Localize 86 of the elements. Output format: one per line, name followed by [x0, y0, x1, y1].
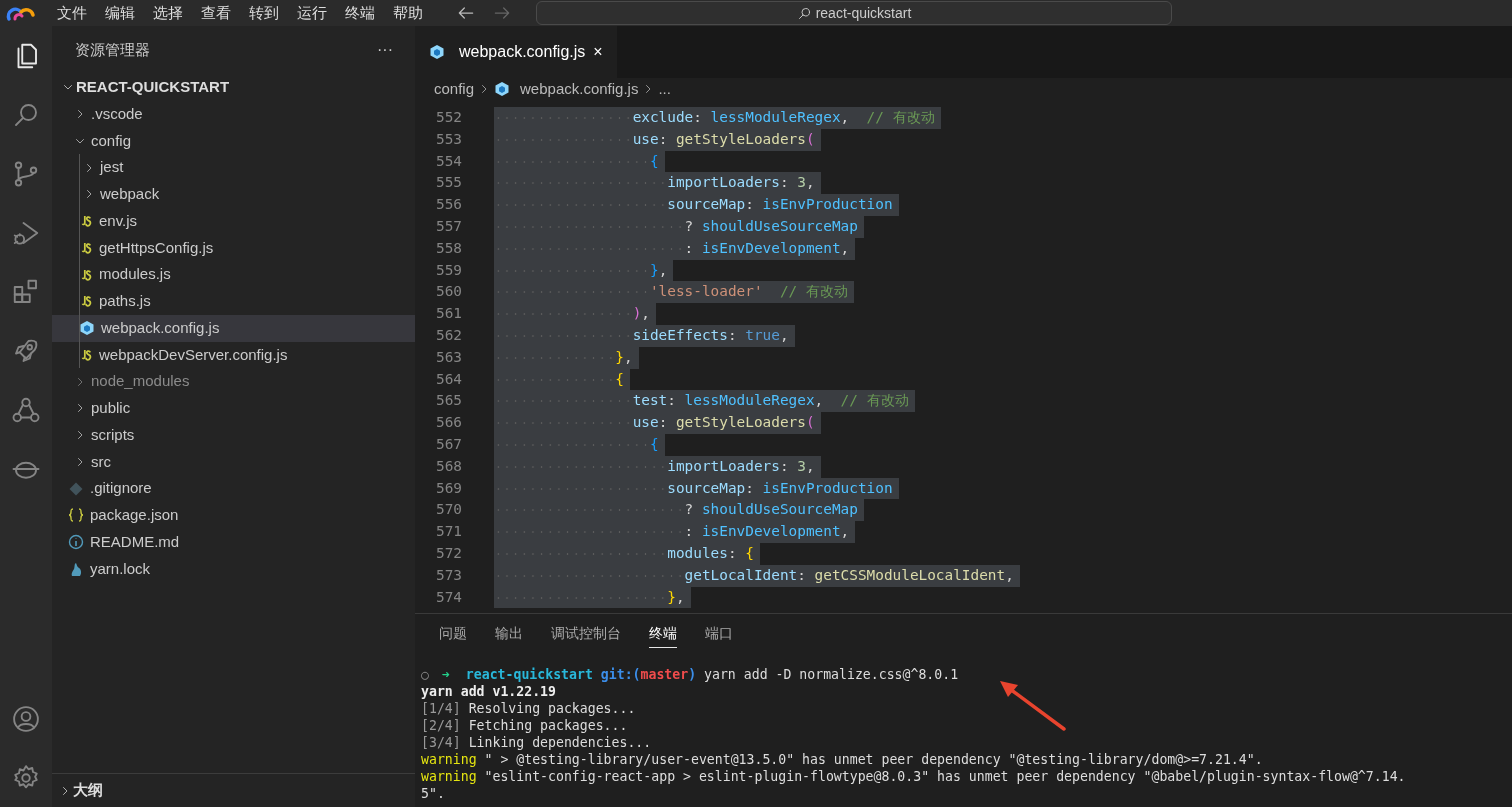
tree-item[interactable]: .vscode — [52, 100, 415, 128]
tree-item[interactable]: webpackDevServer.config.js — [52, 341, 415, 369]
line-number: 560 — [435, 282, 463, 302]
panel-tab[interactable]: 终端 — [649, 623, 677, 648]
cube-icon — [79, 320, 95, 337]
line-number: 572 — [435, 543, 463, 563]
line-number: 569 — [435, 478, 463, 498]
breadcrumb-item[interactable]: ... — [658, 77, 671, 101]
tree-item[interactable]: modules.js — [52, 261, 415, 288]
line-number: 567 — [435, 434, 463, 454]
braces-icon — [68, 507, 84, 524]
tree-item[interactable]: README.md — [52, 528, 415, 556]
line-number: 555 — [435, 173, 463, 193]
line-number: 564 — [435, 369, 463, 389]
tree-item[interactable]: package.json — [52, 502, 415, 529]
tree-item[interactable]: scripts — [52, 421, 415, 449]
breadcrumb-item[interactable]: webpack.config.js — [494, 77, 639, 101]
breadcrumb-item[interactable]: config — [434, 77, 475, 101]
close-icon[interactable]: × — [593, 40, 603, 64]
line-number: 552 — [435, 108, 463, 127]
js-file-icon — [81, 295, 93, 308]
more-actions-button[interactable]: ··· — [377, 38, 393, 62]
tree-item[interactable]: paths.js — [52, 288, 415, 315]
menu-item[interactable]: 编辑 — [96, 1, 144, 25]
tree-item[interactable]: webpack.config.js — [52, 314, 415, 342]
menu-item[interactable]: 终端 — [336, 1, 384, 25]
panel-tab[interactable]: 输出 — [495, 623, 523, 648]
tree-item[interactable]: .gitignore — [52, 475, 415, 502]
menu-item[interactable]: 文件 — [48, 1, 96, 25]
terminal-line: warning "eslint-config-react-app > eslint-plugin-flowtype@8.0.3" has unmet peer dependency "@babel/plugin-syntax-flow@^7.14. — [421, 768, 1407, 785]
tree-item[interactable]: node_modules — [52, 368, 415, 395]
terminal-line: 5". — [421, 785, 446, 802]
cube-icon — [429, 44, 445, 60]
terminal-line: yarn add v1.22.19 — [421, 683, 557, 700]
menu-item[interactable]: 查看 — [192, 1, 240, 25]
panel-tab[interactable]: 问题 — [439, 623, 467, 648]
tree-item[interactable]: src — [52, 448, 415, 476]
diamond-icon — [68, 480, 84, 497]
line-number: 574 — [435, 587, 463, 607]
menu-item[interactable]: 转到 — [240, 1, 288, 25]
line-number: 568 — [435, 456, 463, 476]
line-number: 570 — [435, 500, 463, 520]
terminal-line: ○ ➜ react-quickstart git:(master) yarn add -D normalize.css@^8.0.1 — [421, 666, 960, 683]
terminal-line: [2/4] Fetching packages... — [421, 717, 629, 734]
command-center-search[interactable]: react-quickstart — [536, 1, 1172, 25]
line-number: 561 — [435, 304, 463, 324]
line-number: 556 — [435, 195, 463, 215]
tree-item[interactable]: public — [52, 395, 415, 422]
tree-item[interactable]: env.js — [52, 207, 415, 235]
info-icon — [68, 534, 84, 551]
editor-tab[interactable]: webpack.config.js × — [415, 26, 617, 78]
js-file-icon — [81, 215, 93, 228]
js-file-icon — [81, 348, 93, 361]
line-number: 559 — [435, 260, 463, 280]
tree-item[interactable]: config — [52, 127, 415, 155]
terminal-line: warning " > @testing-library/user-event@13.5.0" has unmet peer dependency "@testing-library/dom@>=7.21.4". — [421, 751, 1264, 768]
js-file-icon — [81, 241, 93, 254]
menu-item[interactable]: 运行 — [288, 1, 336, 25]
logo-icon — [6, 5, 36, 22]
menu-item[interactable]: 帮助 — [384, 1, 432, 25]
menu-item[interactable]: 选择 — [144, 1, 192, 25]
line-number: 554 — [435, 151, 463, 171]
cube-icon — [494, 81, 511, 97]
account-icon[interactable] — [11, 703, 41, 734]
js-file-icon — [81, 268, 93, 281]
tree-item[interactable]: webpack — [52, 181, 415, 208]
line-number: 553 — [435, 129, 463, 149]
tree-item[interactable]: yarn.lock — [52, 555, 415, 583]
explorer-title: 资源管理器 — [75, 39, 150, 60]
tree-item[interactable]: jest — [52, 154, 415, 181]
tree-item[interactable]: getHttpsConfig.js — [52, 234, 415, 262]
line-number: 573 — [435, 565, 463, 585]
line-number: 571 — [435, 522, 463, 542]
search-icon — [796, 5, 812, 21]
tree-root[interactable]: REACT-QUICKSTART — [52, 74, 415, 101]
panel-tab[interactable]: 调试控制台 — [551, 623, 621, 648]
line-number: 562 — [435, 325, 463, 345]
panel-tab[interactable]: 端口 — [705, 623, 733, 648]
line-number: 563 — [435, 347, 463, 367]
line-number: 557 — [435, 217, 463, 236]
line-number: 566 — [435, 413, 463, 433]
outline-section-header[interactable]: 大纲 — [52, 773, 415, 807]
line-number: 558 — [435, 238, 463, 258]
line-number: 565 — [435, 391, 463, 411]
terminal-line: [1/4] Resolving packages... — [421, 700, 637, 717]
terminal-line: [3/4] Linking dependencies... — [421, 734, 653, 751]
